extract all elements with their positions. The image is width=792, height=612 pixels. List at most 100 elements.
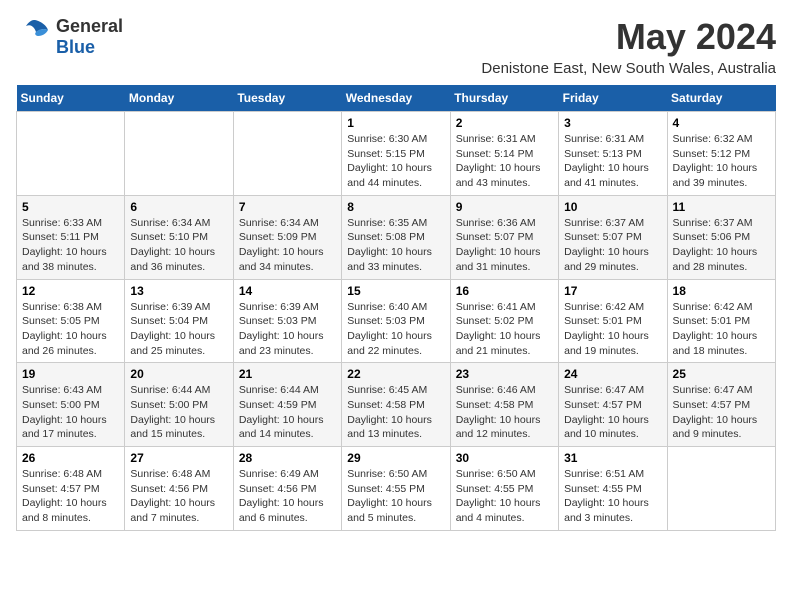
logo: General Blue [16, 16, 123, 58]
calendar-cell: 6 Sunrise: 6:34 AMSunset: 5:10 PMDaylight… [125, 195, 233, 279]
day-number: 17 [564, 284, 661, 298]
calendar-header-thursday: Thursday [450, 85, 558, 112]
logo-text-blue: Blue [56, 37, 95, 57]
day-number: 5 [22, 200, 119, 214]
day-number: 15 [347, 284, 444, 298]
title-block: May 2024 Denistone East, New South Wales… [481, 16, 776, 77]
day-number: 13 [130, 284, 227, 298]
calendar-week-row: 12 Sunrise: 6:38 AMSunset: 5:05 PMDayligh… [17, 279, 776, 363]
day-number: 10 [564, 200, 661, 214]
day-info: Sunrise: 6:43 AMSunset: 5:00 PMDaylight:… [22, 383, 119, 442]
day-number: 21 [239, 367, 336, 381]
day-number: 28 [239, 451, 336, 465]
calendar-cell [125, 112, 233, 196]
day-number: 16 [456, 284, 553, 298]
day-number: 9 [456, 200, 553, 214]
day-info: Sunrise: 6:48 AMSunset: 4:57 PMDaylight:… [22, 467, 119, 526]
day-number: 25 [673, 367, 770, 381]
day-number: 31 [564, 451, 661, 465]
calendar-cell: 30 Sunrise: 6:50 AMSunset: 4:55 PMDayligh… [450, 447, 558, 531]
day-number: 11 [673, 200, 770, 214]
day-info: Sunrise: 6:44 AMSunset: 4:59 PMDaylight:… [239, 383, 336, 442]
calendar-week-row: 19Sunrise: 6:43 AMSunset: 5:00 PMDayligh… [17, 363, 776, 447]
day-info: Sunrise: 6:34 AMSunset: 5:10 PMDaylight:… [130, 216, 227, 275]
day-number: 8 [347, 200, 444, 214]
calendar-week-row: 5 Sunrise: 6:33 AMSunset: 5:11 PMDaylight… [17, 195, 776, 279]
calendar-cell: 19Sunrise: 6:43 AMSunset: 5:00 PMDayligh… [17, 363, 125, 447]
day-number: 12 [22, 284, 119, 298]
calendar-cell: 21 Sunrise: 6:44 AMSunset: 4:59 PMDayligh… [233, 363, 341, 447]
calendar-header-saturday: Saturday [667, 85, 775, 112]
calendar-week-row: 1 Sunrise: 6:30 AMSunset: 5:15 PMDaylight… [17, 112, 776, 196]
calendar-cell: 5 Sunrise: 6:33 AMSunset: 5:11 PMDaylight… [17, 195, 125, 279]
day-number: 23 [456, 367, 553, 381]
day-number: 4 [673, 116, 770, 130]
calendar-header-tuesday: Tuesday [233, 85, 341, 112]
day-number: 29 [347, 451, 444, 465]
calendar-cell: 9 Sunrise: 6:36 AMSunset: 5:07 PMDaylight… [450, 195, 558, 279]
logo-bird-icon [16, 16, 52, 58]
calendar-cell: 10 Sunrise: 6:37 AMSunset: 5:07 PMDayligh… [559, 195, 667, 279]
day-info: Sunrise: 6:42 AMSunset: 5:01 PMDaylight:… [564, 300, 661, 359]
calendar-cell: 15 Sunrise: 6:40 AMSunset: 5:03 PMDayligh… [342, 279, 450, 363]
day-info: Sunrise: 6:50 AMSunset: 4:55 PMDaylight:… [347, 467, 444, 526]
day-info: Sunrise: 6:48 AMSunset: 4:56 PMDaylight:… [130, 467, 227, 526]
day-info: Sunrise: 6:45 AMSunset: 4:58 PMDaylight:… [347, 383, 444, 442]
day-number: 14 [239, 284, 336, 298]
day-info: Sunrise: 6:46 AMSunset: 4:58 PMDaylight:… [456, 383, 553, 442]
header: General Blue May 2024 Denistone East, Ne… [16, 16, 776, 77]
calendar-cell: 3 Sunrise: 6:31 AMSunset: 5:13 PMDaylight… [559, 112, 667, 196]
calendar-cell: 8 Sunrise: 6:35 AMSunset: 5:08 PMDaylight… [342, 195, 450, 279]
day-info: Sunrise: 6:32 AMSunset: 5:12 PMDaylight:… [673, 132, 770, 191]
logo-text: General Blue [56, 16, 123, 58]
calendar-header-row: SundayMondayTuesdayWednesdayThursdayFrid… [17, 85, 776, 112]
day-number: 20 [130, 367, 227, 381]
calendar-week-row: 26 Sunrise: 6:48 AMSunset: 4:57 PMDayligh… [17, 447, 776, 531]
calendar-cell: 4 Sunrise: 6:32 AMSunset: 5:12 PMDaylight… [667, 112, 775, 196]
calendar-cell: 2Sunrise: 6:31 AMSunset: 5:14 PMDaylight… [450, 112, 558, 196]
day-info: Sunrise: 6:37 AMSunset: 5:07 PMDaylight:… [564, 216, 661, 275]
calendar-cell: 23 Sunrise: 6:46 AMSunset: 4:58 PMDayligh… [450, 363, 558, 447]
day-info: Sunrise: 6:39 AMSunset: 5:04 PMDaylight:… [130, 300, 227, 359]
calendar-cell: 29 Sunrise: 6:50 AMSunset: 4:55 PMDayligh… [342, 447, 450, 531]
day-info: Sunrise: 6:50 AMSunset: 4:55 PMDaylight:… [456, 467, 553, 526]
day-number: 27 [130, 451, 227, 465]
day-number: 1 [347, 116, 444, 130]
day-info: Sunrise: 6:40 AMSunset: 5:03 PMDaylight:… [347, 300, 444, 359]
day-number: 26 [22, 451, 119, 465]
day-number: 30 [456, 451, 553, 465]
day-info: Sunrise: 6:38 AMSunset: 5:05 PMDaylight:… [22, 300, 119, 359]
calendar-cell: 22Sunrise: 6:45 AMSunset: 4:58 PMDayligh… [342, 363, 450, 447]
calendar-cell: 24 Sunrise: 6:47 AMSunset: 4:57 PMDayligh… [559, 363, 667, 447]
calendar-cell: 27 Sunrise: 6:48 AMSunset: 4:56 PMDayligh… [125, 447, 233, 531]
calendar-cell: 31 Sunrise: 6:51 AMSunset: 4:55 PMDayligh… [559, 447, 667, 531]
day-info: Sunrise: 6:31 AMSunset: 5:14 PMDaylight:… [456, 132, 553, 191]
month-year-title: May 2024 [481, 16, 776, 58]
day-info: Sunrise: 6:30 AMSunset: 5:15 PMDaylight:… [347, 132, 444, 191]
calendar-header-friday: Friday [559, 85, 667, 112]
calendar-cell [17, 112, 125, 196]
calendar-cell: 16Sunrise: 6:41 AMSunset: 5:02 PMDayligh… [450, 279, 558, 363]
calendar-header-monday: Monday [125, 85, 233, 112]
day-number: 3 [564, 116, 661, 130]
day-info: Sunrise: 6:42 AMSunset: 5:01 PMDaylight:… [673, 300, 770, 359]
day-info: Sunrise: 6:37 AMSunset: 5:06 PMDaylight:… [673, 216, 770, 275]
logo-text-general: General [56, 16, 123, 36]
day-number: 18 [673, 284, 770, 298]
calendar-cell: 28Sunrise: 6:49 AMSunset: 4:56 PMDayligh… [233, 447, 341, 531]
calendar-header-wednesday: Wednesday [342, 85, 450, 112]
day-info: Sunrise: 6:47 AMSunset: 4:57 PMDaylight:… [564, 383, 661, 442]
day-info: Sunrise: 6:51 AMSunset: 4:55 PMDaylight:… [564, 467, 661, 526]
calendar-header-sunday: Sunday [17, 85, 125, 112]
calendar-cell: 7Sunrise: 6:34 AMSunset: 5:09 PMDaylight… [233, 195, 341, 279]
day-info: Sunrise: 6:36 AMSunset: 5:07 PMDaylight:… [456, 216, 553, 275]
day-number: 6 [130, 200, 227, 214]
day-info: Sunrise: 6:34 AMSunset: 5:09 PMDaylight:… [239, 216, 336, 275]
day-number: 24 [564, 367, 661, 381]
calendar-cell: 25Sunrise: 6:47 AMSunset: 4:57 PMDayligh… [667, 363, 775, 447]
calendar-cell: 12 Sunrise: 6:38 AMSunset: 5:05 PMDayligh… [17, 279, 125, 363]
calendar-cell: 1 Sunrise: 6:30 AMSunset: 5:15 PMDaylight… [342, 112, 450, 196]
day-info: Sunrise: 6:35 AMSunset: 5:08 PMDaylight:… [347, 216, 444, 275]
day-info: Sunrise: 6:33 AMSunset: 5:11 PMDaylight:… [22, 216, 119, 275]
day-info: Sunrise: 6:31 AMSunset: 5:13 PMDaylight:… [564, 132, 661, 191]
